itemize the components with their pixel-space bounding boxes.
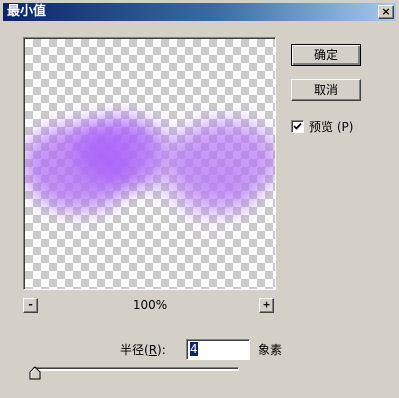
radius-label: 半径(R): (120, 342, 166, 358)
radius-label-suffix: ): (157, 343, 166, 357)
ok-button[interactable]: 确定 (291, 44, 361, 66)
checkbox-box[interactable] (291, 120, 304, 133)
preview-canvas[interactable] (24, 38, 275, 289)
preview-area[interactable] (23, 37, 276, 290)
radius-slider[interactable] (33, 367, 239, 371)
cancel-button[interactable]: 取消 (291, 79, 361, 101)
radius-unit: 象素 (258, 343, 283, 357)
zoom-in-button[interactable]: + (259, 298, 274, 313)
radius-input[interactable]: 4 (186, 339, 250, 360)
radius-label-prefix: 半径( (120, 343, 149, 357)
dialog-title: 最小值 (7, 4, 47, 19)
preview-checkbox[interactable]: 预览 (P) (291, 119, 391, 135)
radius-value: 4 (190, 342, 198, 356)
preview-label-text: 预览 (309, 120, 334, 134)
radius-label-mnemonic: R (148, 343, 158, 357)
preview-mnemonic: (P) (336, 120, 354, 134)
checkmark-icon (293, 122, 302, 130)
slider-thumb-icon[interactable] (29, 366, 43, 380)
close-button[interactable]: × (378, 5, 394, 19)
preview-blob (40, 174, 120, 214)
preview-label: 预览 (P) (309, 119, 353, 135)
title-bar[interactable]: 最小值 × (3, 3, 396, 21)
zoom-out-button[interactable]: - (23, 298, 38, 313)
zoom-level: 100% (132, 298, 168, 312)
preview-blob (175, 169, 255, 217)
minimum-filter-dialog: 最小值 × 确定 取消 预览 (P) - 100% + 半径(R): 4 象素 (0, 0, 399, 398)
